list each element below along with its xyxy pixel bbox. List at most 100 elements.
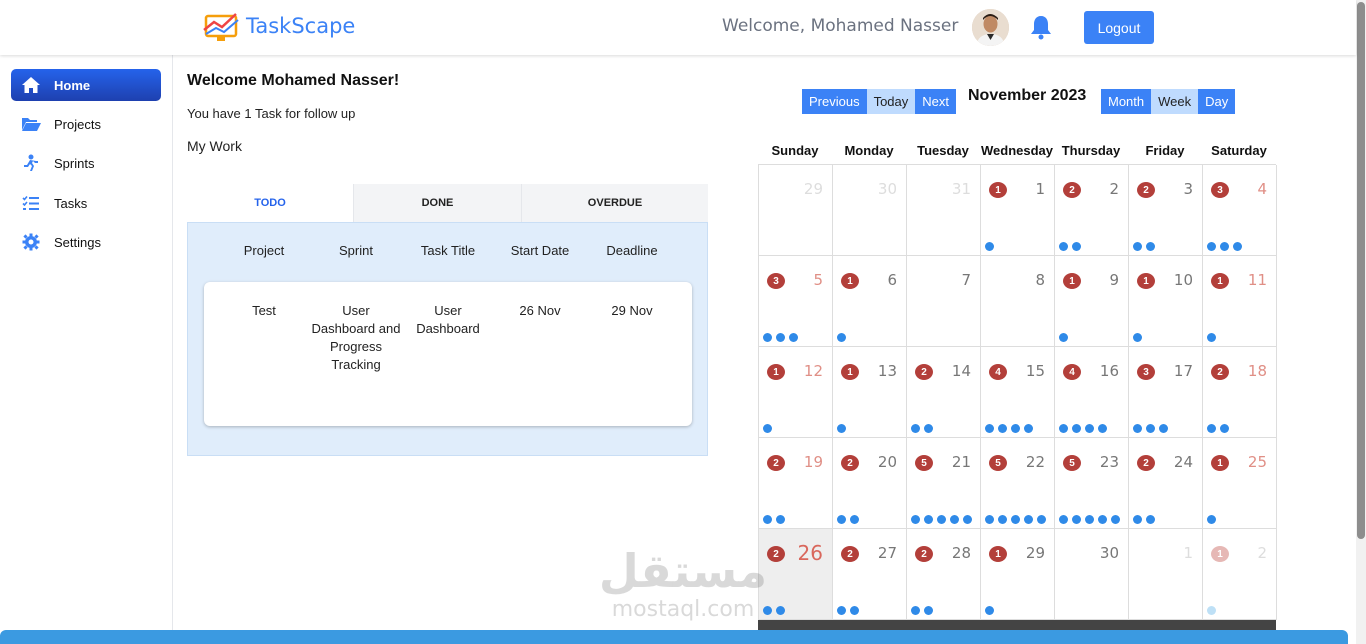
event-dot[interactable]	[1059, 424, 1068, 433]
calendar-day-cell[interactable]: 7	[907, 256, 981, 347]
calendar-day-cell[interactable]: 15 4	[981, 347, 1055, 438]
task-count-badge[interactable]: 1	[1137, 273, 1155, 289]
task-count-badge[interactable]: 2	[841, 546, 859, 562]
event-dot[interactable]	[1220, 242, 1229, 251]
calendar-day-cell[interactable]: 11	[981, 165, 1055, 256]
event-dot[interactable]	[1207, 606, 1216, 615]
sidebar-item-sprints[interactable]: Sprints	[11, 147, 161, 179]
event-dot[interactable]	[837, 515, 846, 524]
task-count-badge[interactable]: 2	[915, 364, 933, 380]
bell-icon[interactable]	[1029, 14, 1053, 40]
calendar-day-cell[interactable]: 30	[833, 165, 907, 256]
event-dot[interactable]	[1011, 424, 1020, 433]
calendar-month-button[interactable]: Month	[1101, 89, 1152, 114]
event-dot[interactable]	[963, 515, 972, 524]
calendar-day-cell[interactable]: 21 5	[907, 438, 981, 529]
sidebar-item-settings[interactable]: Settings	[11, 226, 161, 258]
event-dot[interactable]	[837, 333, 846, 342]
calendar-day-cell[interactable]: 17 3	[1129, 347, 1203, 438]
event-dot[interactable]	[911, 515, 920, 524]
event-dot[interactable]	[1072, 424, 1081, 433]
event-dot[interactable]	[763, 424, 772, 433]
task-count-badge[interactable]: 2	[1063, 182, 1081, 198]
calendar-day-cell[interactable]: 22 5	[981, 438, 1055, 529]
task-count-badge[interactable]: 3	[767, 273, 785, 289]
calendar-week-button[interactable]: Week	[1151, 89, 1199, 114]
task-count-badge[interactable]: 1	[1211, 273, 1229, 289]
sidebar-item-tasks[interactable]: Tasks	[11, 187, 161, 219]
calendar-day-cell[interactable]: 19 2	[759, 438, 833, 529]
logout-button[interactable]: Logout	[1084, 11, 1154, 44]
app-logo[interactable]: TaskScape	[202, 10, 355, 42]
event-dot[interactable]	[763, 333, 772, 342]
event-dot[interactable]	[1146, 515, 1155, 524]
calendar-day-cell[interactable]: 10 1	[1129, 256, 1203, 347]
calendar-day-cell-today[interactable]: 26 2	[759, 529, 833, 620]
task-count-badge[interactable]: 5	[915, 455, 933, 471]
event-dot[interactable]	[1059, 242, 1068, 251]
event-dot[interactable]	[776, 333, 785, 342]
event-dot[interactable]	[1098, 515, 1107, 524]
calendar-day-cell[interactable]: 29	[759, 165, 833, 256]
task-count-badge[interactable]: 2	[767, 455, 785, 471]
task-count-badge[interactable]: 1	[989, 182, 1007, 198]
task-count-badge[interactable]: 1	[767, 364, 785, 380]
task-count-badge[interactable]: 2	[1211, 364, 1229, 380]
sidebar-item-home[interactable]: Home	[11, 69, 161, 101]
event-dot[interactable]	[1085, 515, 1094, 524]
event-dot[interactable]	[985, 606, 994, 615]
task-count-badge[interactable]: 5	[989, 455, 1007, 471]
event-dot[interactable]	[1220, 424, 1229, 433]
event-dot[interactable]	[1207, 242, 1216, 251]
event-dot[interactable]	[1059, 333, 1068, 342]
task-card[interactable]: Test User Dashboard and Progress Trackin…	[204, 282, 692, 426]
event-dot[interactable]	[937, 515, 946, 524]
task-count-badge[interactable]: 4	[1063, 364, 1081, 380]
event-dot[interactable]	[924, 424, 933, 433]
calendar-day-cell[interactable]: 43	[1203, 165, 1277, 256]
event-dot[interactable]	[1011, 515, 1020, 524]
calendar-day-cell[interactable]: 53	[759, 256, 833, 347]
calendar-today-button[interactable]: Today	[866, 89, 916, 114]
calendar-day-cell[interactable]: 29 1	[981, 529, 1055, 620]
calendar-next-button[interactable]: Next	[915, 89, 957, 114]
event-dot[interactable]	[837, 606, 846, 615]
calendar-day-cell[interactable]: 27 2	[833, 529, 907, 620]
event-dot[interactable]	[1059, 515, 1068, 524]
calendar-day-cell[interactable]: 91	[1055, 256, 1129, 347]
calendar-day-cell[interactable]: 28 2	[907, 529, 981, 620]
calendar-day-cell[interactable]: 12 1	[759, 347, 833, 438]
task-count-badge[interactable]: 3	[1211, 182, 1229, 198]
event-dot[interactable]	[911, 424, 920, 433]
task-count-badge[interactable]: 5	[1063, 455, 1081, 471]
event-dot[interactable]	[998, 515, 1007, 524]
event-dot[interactable]	[1133, 333, 1142, 342]
task-count-badge[interactable]: 2	[767, 546, 785, 562]
calendar-day-cell[interactable]: 16 4	[1055, 347, 1129, 438]
task-count-badge[interactable]: 2	[1137, 455, 1155, 471]
task-count-badge[interactable]: 2	[915, 546, 933, 562]
event-dot[interactable]	[1111, 515, 1120, 524]
task-count-badge[interactable]: 2	[841, 455, 859, 471]
calendar-day-cell[interactable]: 23 5	[1055, 438, 1129, 529]
event-dot[interactable]	[950, 515, 959, 524]
calendar-day-cell[interactable]: 11 1	[1203, 256, 1277, 347]
event-dot[interactable]	[924, 606, 933, 615]
event-dot[interactable]	[776, 606, 785, 615]
tab-done[interactable]: DONE	[353, 184, 521, 222]
event-dot[interactable]	[776, 515, 785, 524]
event-dot[interactable]	[1085, 424, 1094, 433]
event-dot[interactable]	[837, 424, 846, 433]
task-count-badge[interactable]: 1	[841, 273, 859, 289]
event-dot[interactable]	[1133, 424, 1142, 433]
event-dot[interactable]	[1133, 242, 1142, 251]
calendar-day-cell[interactable]: 8	[981, 256, 1055, 347]
calendar-day-cell[interactable]: 25 1	[1203, 438, 1277, 529]
event-dot[interactable]	[1207, 333, 1216, 342]
calendar-day-cell[interactable]: 1	[1129, 529, 1203, 620]
calendar-day-cell[interactable]: 21	[1203, 529, 1277, 620]
event-dot[interactable]	[985, 242, 994, 251]
event-dot[interactable]	[911, 606, 920, 615]
event-dot[interactable]	[850, 606, 859, 615]
task-count-badge[interactable]: 1	[1211, 455, 1229, 471]
